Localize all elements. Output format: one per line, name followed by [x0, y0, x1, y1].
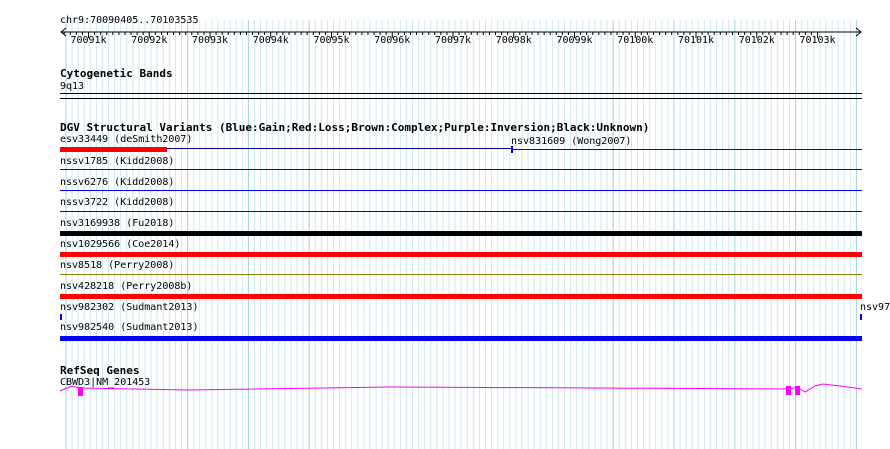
dgv-feature-nsv1029566[interactable]: [60, 252, 862, 257]
ruler-tick-label: 70102k: [738, 35, 775, 46]
cytoband-line-bottom: [60, 98, 862, 99]
dgv-feature-nsv831609[interactable]: [511, 149, 862, 150]
gene-model-cbwd3[interactable]: [0, 383, 890, 403]
dgv-feature-label[interactable]: esv33449 (deSmith2007): [60, 134, 192, 146]
dgv-feature-label[interactable]: nsv97: [860, 302, 890, 314]
dgv-feature-esv33449[interactable]: [60, 147, 167, 152]
cytoband-line-top: [60, 93, 862, 94]
dgv-feature-nssv3722[interactable]: [60, 211, 862, 212]
ruler-tick-label: 70095k: [313, 35, 350, 46]
dgv-feature-label[interactable]: nsv8518 (Perry2008): [60, 260, 174, 272]
dgv-feature-label[interactable]: nsv1029566 (Coe2014): [60, 239, 180, 251]
dgv-feature-label[interactable]: nsv982302 (Sudmant2013): [60, 302, 198, 314]
dgv-feature-nssv6276[interactable]: [60, 190, 862, 191]
ruler-tick-label: 70092k: [131, 35, 168, 46]
ruler-tick-label: 70097k: [434, 35, 472, 46]
dgv-feature-label[interactable]: nsv982540 (Sudmant2013): [60, 322, 198, 334]
cytoband-label: 9q13: [60, 81, 85, 92]
ruler-tick-label: 70100k: [617, 35, 654, 46]
dgv-feature-label[interactable]: nssv3722 (Kidd2008): [60, 197, 174, 209]
gene-exon: [786, 386, 791, 395]
ruler-tick-label: 70101k: [677, 35, 715, 46]
ruler-tick-label: 70094k: [252, 35, 289, 46]
dgv-feature-label[interactable]: nsv428218 (Perry2008b): [60, 281, 192, 293]
dgv-track-title[interactable]: DGV Structural Variants (Blue:Gain;Red:L…: [60, 121, 649, 134]
dgv-feature-nssv1785[interactable]: [60, 169, 862, 170]
ruler-tick-label: 70091k: [70, 35, 107, 46]
dgv-feature-nsv831609-start: [511, 146, 513, 153]
ruler-tick-label: 70099k: [556, 35, 593, 46]
dgv-feature-nsv8518[interactable]: [60, 274, 862, 275]
ruler-tick-label: 70098k: [495, 35, 532, 46]
dgv-feature-label[interactable]: nssv1785 (Kidd2008): [60, 156, 174, 168]
dgv-divider: [167, 148, 511, 149]
gene-exon: [795, 386, 800, 395]
dgv-feature-nsv97[interactable]: [860, 314, 862, 320]
ruler-tick-label: 70093k: [191, 35, 229, 46]
dgv-feature-nsv428218[interactable]: [60, 294, 862, 299]
dgv-feature-nsv3169938[interactable]: [60, 231, 862, 236]
dgv-feature-label[interactable]: nssv6276 (Kidd2008): [60, 177, 174, 189]
dgv-feature-label[interactable]: nsv831609 (Wong2007): [511, 136, 631, 148]
cytoband-track-title[interactable]: Cytogenetic Bands: [60, 67, 173, 80]
dgv-feature-nsv982302[interactable]: [60, 314, 62, 320]
gene-exon: [78, 387, 83, 396]
ruler-tick-label: 70096k: [374, 35, 411, 46]
refseq-track-title[interactable]: RefSeq Genes: [60, 364, 139, 377]
ruler-tick-label: 70103k: [799, 35, 836, 46]
dgv-feature-nsv982540[interactable]: [60, 336, 862, 341]
dgv-feature-label[interactable]: nsv3169938 (Fu2018): [60, 218, 174, 230]
